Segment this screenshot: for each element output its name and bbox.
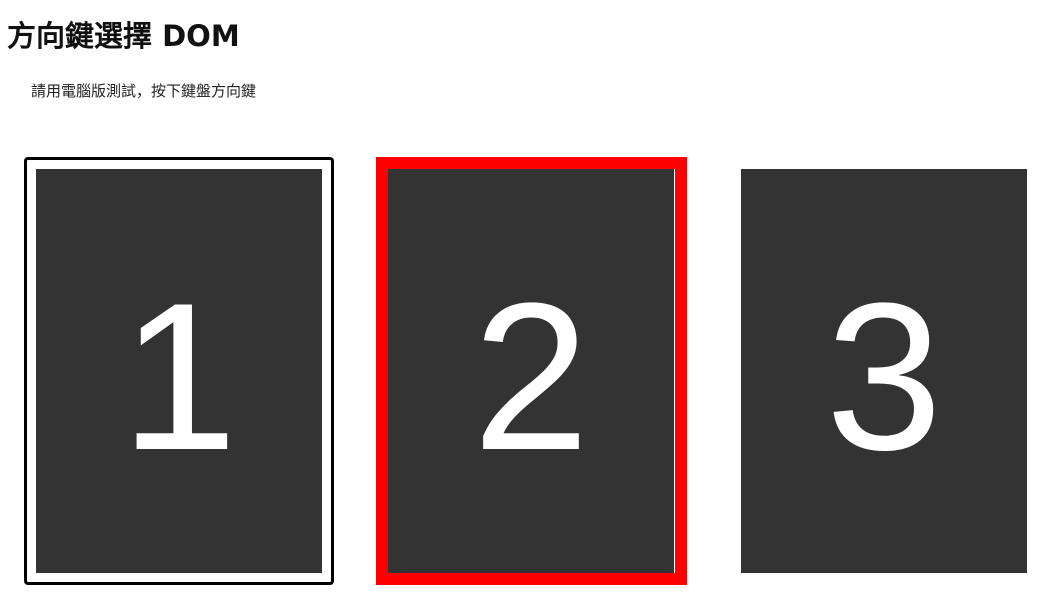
card-2[interactable]: 2	[388, 169, 674, 573]
card-1[interactable]: 1	[36, 169, 322, 573]
card-number: 1	[120, 259, 238, 494]
instructions-text: 請用電腦版測試，按下鍵盤方向鍵	[31, 82, 257, 100]
card-number: 3	[825, 259, 943, 494]
card-3[interactable]: 3	[741, 169, 1027, 573]
page-title: 方向鍵選擇 DOM	[7, 19, 240, 53]
page: 方向鍵選擇 DOM 請用電腦版測試，按下鍵盤方向鍵 1 2 3	[0, 0, 1064, 607]
card-number: 2	[472, 259, 590, 494]
